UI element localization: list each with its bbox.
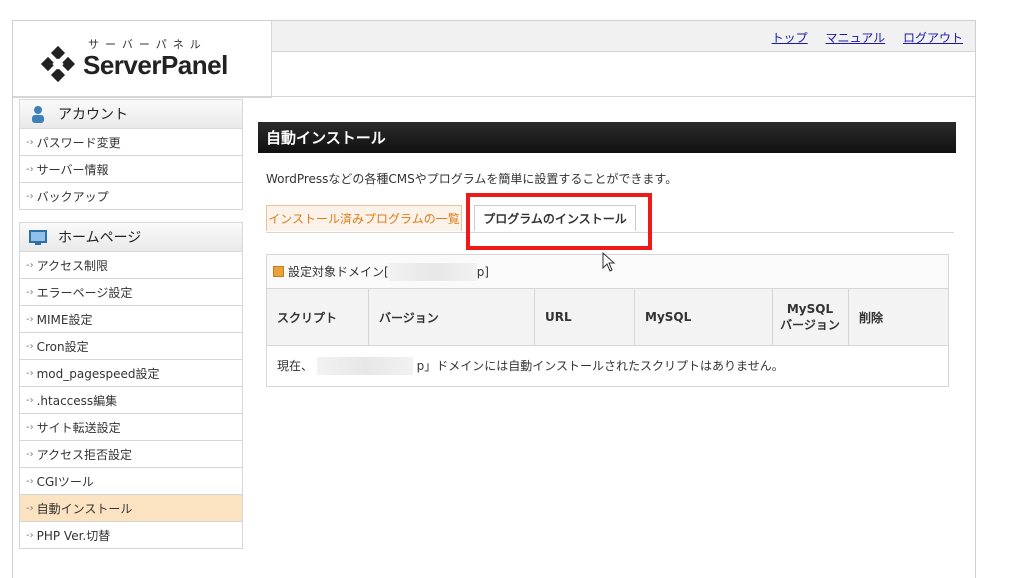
col-script: スクリプト [267,289,369,346]
sidebar-section-account: アカウント [19,99,243,129]
col-version: バージョン [368,289,535,346]
user-icon [32,106,44,123]
sidebar-item-pagespeed[interactable]: -› mod_pagespeed設定 [20,360,242,387]
header-links: トップ マニュアル ログアウト [758,29,963,46]
arrow-icon: -› [26,190,34,202]
bullet-square-icon [273,266,284,277]
sidebar-item-htaccess[interactable]: -› .htaccess編集 [20,387,242,414]
redacted-domain [388,262,477,281]
domain-label-suffix: p] [476,264,489,279]
empty-prefix: 現在、 [277,358,314,373]
sidebar: アカウント -› パスワード変更 -› サーバー情報 -› バックアップ ホームページ… [19,99,243,549]
empty-message: p」ドメインには自動インストールされたスクリプトはありません。 [416,358,784,373]
homepage-menu: -› アクセス制限 -› エラーページ設定 -› MIME設定 -› Cron設定 -›… [19,252,243,549]
script-table: スクリプト バージョン URL MySQL MySQL バージョン 削除 現在、… [267,289,948,386]
sidebar-item-label: Cron設定 [36,339,89,354]
sidebar-section-homepage: ホームページ [19,222,243,252]
sidebar-item-label: バックアップ [36,189,109,204]
arrow-icon: -› [26,394,34,406]
top-link[interactable]: トップ [772,31,808,45]
arrow-icon: -› [26,313,34,325]
sidebar-item-access-restriction[interactable]: -› アクセス制限 [20,252,242,279]
sidebar-item-label: 自動インストール [36,501,133,516]
arrow-icon: -› [26,421,34,433]
sidebar-item-password[interactable]: -› パスワード変更 [20,129,242,156]
arrow-icon: -› [26,475,34,487]
account-menu: -› パスワード変更 -› サーバー情報 -› バックアップ [19,129,243,210]
manual-link[interactable]: マニュアル [826,31,886,45]
sidebar-item-label: サーバー情報 [36,162,109,177]
col-mysql: MySQL [634,289,773,346]
sidebar-item-label: mod_pagespeed設定 [36,366,160,381]
sidebar-item-label: MIME設定 [36,312,93,327]
arrow-icon: -› [26,259,34,271]
arrow-icon: -› [26,529,34,541]
redacted-domain [316,357,413,376]
arrow-icon: -› [26,448,34,460]
arrow-icon: -› [26,286,34,298]
sidebar-item-mime[interactable]: -› MIME設定 [20,306,242,333]
sidebar-item-site-redirect[interactable]: -› サイト転送設定 [20,414,242,441]
table-row: 現在、 p」ドメインには自動インストールされたスクリプトはありません。 [267,346,948,387]
logo[interactable]: サーバーパネル ServerPanel [13,21,272,98]
sidebar-section-title: ホームページ [58,230,142,246]
tab-bar: インストール済みプログラムの一覧 プログラムのインストール [266,205,954,233]
arrow-icon: -› [26,502,34,514]
sidebar-item-label: アクセス制限 [36,258,109,273]
sidebar-item-label: エラーページ設定 [36,285,133,300]
sidebar-item-auto-install[interactable]: -› 自動インストール [20,495,242,522]
empty-message-cell: 現在、 p」ドメインには自動インストールされたスクリプトはありません。 [267,346,948,387]
col-mysql-version: MySQL バージョン [772,289,849,346]
col-delete: 削除 [848,289,948,346]
monitor-icon [29,230,47,245]
sidebar-section-title: アカウント [58,107,128,123]
sidebar-item-server-info[interactable]: -› サーバー情報 [20,156,242,183]
page-title: 自動インストール [258,122,956,153]
sidebar-item-label: PHP Ver.切替 [36,528,111,543]
sidebar-item-label: サイト転送設定 [36,420,121,435]
domain-panel: 設定対象ドメイン[ p] スクリプト バージョン URL MySQL MySQL… [266,254,949,387]
mouse-cursor-icon [602,252,616,272]
col-url: URL [534,289,635,346]
header-divider [13,96,975,97]
tab-installed-programs[interactable]: インストール済みプログラムの一覧 [266,205,462,231]
arrow-icon: -› [26,340,34,352]
logo-diamond-icon [40,45,76,83]
arrow-icon: -› [26,136,34,148]
sidebar-item-cron[interactable]: -› Cron設定 [20,333,242,360]
sidebar-item-php-version[interactable]: -› PHP Ver.切替 [20,522,242,549]
logo-text: ServerPanel [83,50,228,80]
arrow-icon: -› [26,163,34,175]
page-description: WordPressなどの各種CMSやプログラムを簡単に設置することができます。 [266,172,678,186]
domain-label-prefix: 設定対象ドメイン[ [288,265,389,279]
sidebar-item-error-page[interactable]: -› エラーページ設定 [20,279,242,306]
sidebar-item-backup[interactable]: -› バックアップ [20,183,242,210]
sidebar-item-label: .htaccess編集 [36,393,118,408]
sidebar-item-cgi-tools[interactable]: -› CGIツール [20,468,242,495]
arrow-icon: -› [26,367,34,379]
sidebar-item-label: パスワード変更 [36,135,121,150]
logout-link[interactable]: ログアウト [903,31,963,45]
header-bar: トップ マニュアル ログアウト [272,21,975,52]
window-frame: サーバーパネル ServerPanel トップ マニュアル ログアウト アカウン… [12,20,976,578]
sidebar-item-label: アクセス拒否設定 [36,447,133,462]
tab-install-program[interactable]: プログラムのインストール [474,205,636,231]
sidebar-item-label: CGIツール [36,474,94,489]
sidebar-item-access-deny[interactable]: -› アクセス拒否設定 [20,441,242,468]
